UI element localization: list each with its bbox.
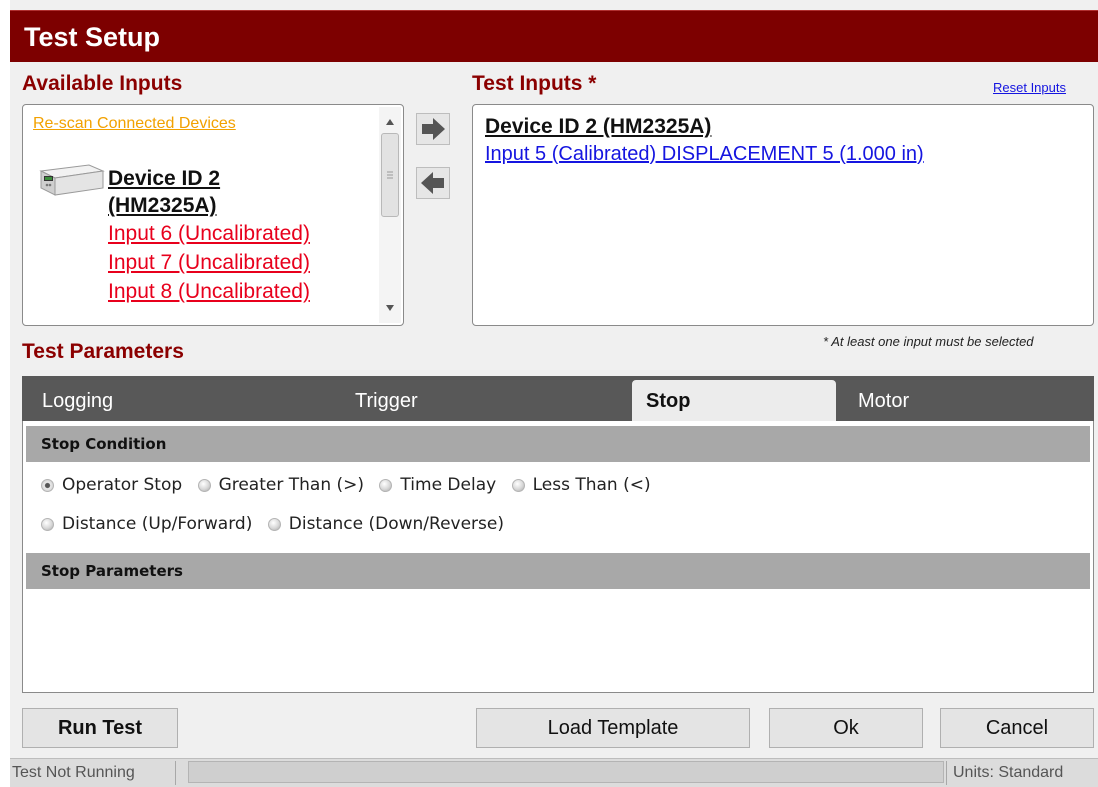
available-inputs-list[interactable]: Re-scan Connected Devices Device ID 2 (H…	[22, 104, 404, 326]
device-name-line1[interactable]: Device ID 2	[108, 165, 310, 192]
radio-greater-than[interactable]: Greater Than (>)	[197, 475, 365, 495]
available-input-item[interactable]: Input 8 (Uncalibrated)	[108, 277, 310, 306]
radio-distance-up[interactable]: Distance (Up/Forward)	[41, 514, 252, 534]
cancel-button[interactable]: Cancel	[940, 708, 1094, 748]
test-inputs-heading: Test Inputs *	[472, 72, 596, 96]
required-marker: *	[588, 72, 597, 95]
stop-condition-row-1: Operator Stop Greater Than (>) Time Dela…	[41, 475, 661, 497]
arrow-left-icon	[417, 172, 449, 202]
available-input-item[interactable]: Input 7 (Uncalibrated)	[108, 248, 310, 277]
available-input-item[interactable]: Input 6 (Uncalibrated)	[108, 219, 310, 248]
radio-dot	[267, 517, 281, 531]
status-bar: Test Not Running Units: Standard	[10, 758, 1098, 787]
test-status: Test Not Running	[10, 761, 176, 785]
radio-label: Less Than (<)	[532, 475, 651, 495]
reset-inputs-link[interactable]: Reset Inputs	[993, 80, 1066, 95]
radio-label: Distance (Up/Forward)	[62, 514, 253, 534]
tab-motor[interactable]: Motor	[858, 376, 909, 421]
test-parameters-tabs: Logging Trigger Stop Motor	[22, 376, 1094, 421]
test-inputs-heading-text: Test Inputs	[472, 72, 583, 95]
radio-label: Greater Than (>)	[218, 475, 365, 495]
radio-label: Time Delay	[400, 475, 497, 495]
test-parameters-heading: Test Parameters	[22, 340, 184, 363]
radio-dot-selected	[41, 478, 54, 492]
scroll-down-icon[interactable]	[385, 299, 395, 317]
radio-dot	[197, 478, 211, 492]
radio-distance-down[interactable]: Distance (Down/Reverse)	[267, 514, 504, 534]
tab-logging[interactable]: Logging	[42, 376, 113, 421]
radio-label: Distance (Down/Reverse)	[288, 514, 504, 534]
progress-bar	[188, 761, 944, 783]
radio-label: Operator Stop	[62, 475, 183, 495]
radio-dot	[511, 478, 525, 492]
radio-operator-stop[interactable]: Operator Stop	[41, 475, 182, 495]
radio-less-than[interactable]: Less Than (<)	[511, 475, 651, 495]
stop-condition-row-2: Distance (Up/Forward) Distance (Down/Rev…	[41, 514, 514, 536]
available-inputs-scrollbar[interactable]	[379, 107, 401, 323]
radio-dot	[379, 478, 393, 492]
tab-trigger[interactable]: Trigger	[355, 376, 418, 421]
tab-stop[interactable]: Stop	[632, 380, 836, 421]
device-hm2325a-icon	[37, 163, 107, 202]
add-input-button[interactable]	[416, 113, 450, 145]
radio-dot	[41, 517, 54, 531]
test-device-name[interactable]: Device ID 2 (HM2325A)	[485, 115, 711, 139]
stop-tab-panel: Stop Condition Operator Stop Greater Tha…	[22, 421, 1094, 693]
scrollbar-thumb[interactable]	[381, 133, 399, 217]
available-inputs-heading: Available Inputs	[22, 72, 183, 95]
window-title: Test Setup	[10, 10, 1098, 62]
test-input-item[interactable]: Input 5 (Calibrated) DISPLACEMENT 5 (1.0…	[485, 143, 924, 166]
remove-input-button[interactable]	[416, 167, 450, 199]
device-name-line2[interactable]: (HM2325A)	[108, 192, 310, 219]
rescan-devices-link[interactable]: Re-scan Connected Devices	[33, 115, 236, 133]
scroll-up-icon[interactable]	[385, 113, 395, 131]
test-inputs-list[interactable]: Device ID 2 (HM2325A) Input 5 (Calibrate…	[472, 104, 1094, 326]
stop-condition-header: Stop Condition	[26, 426, 1090, 462]
arrow-right-icon	[417, 118, 449, 148]
run-test-button[interactable]: Run Test	[22, 708, 178, 748]
ok-button[interactable]: Ok	[769, 708, 923, 748]
input-required-note: * At least one input must be selected	[823, 334, 1034, 349]
load-template-button[interactable]: Load Template	[476, 708, 750, 748]
radio-time-delay[interactable]: Time Delay	[379, 475, 496, 495]
units-label: Units: Standard	[946, 761, 1096, 785]
stop-parameters-header: Stop Parameters	[26, 553, 1090, 589]
